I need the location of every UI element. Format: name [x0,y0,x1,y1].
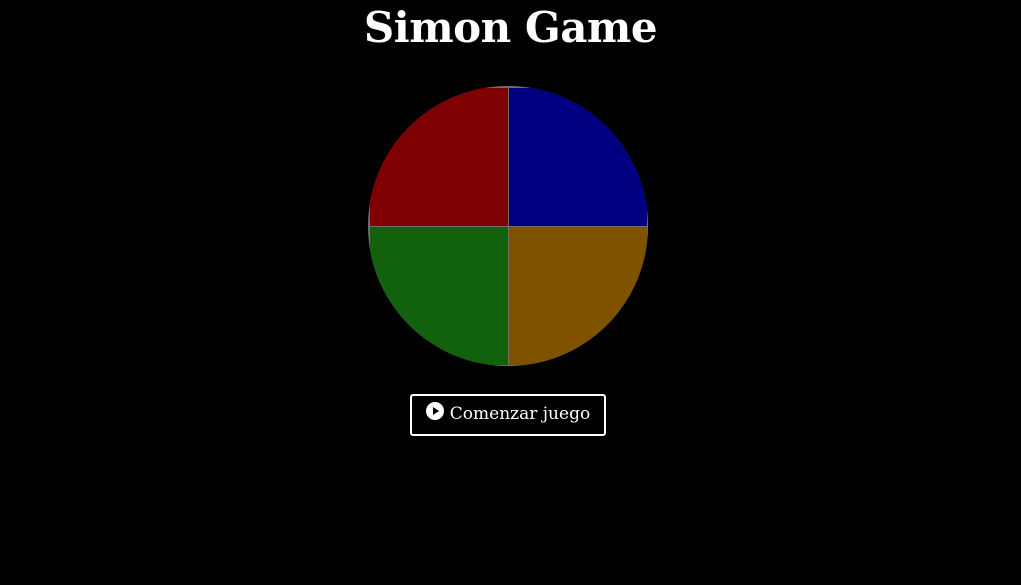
start-game-label: Comenzar juego [449,404,591,424]
play-circle-icon [425,402,444,420]
blue-pad[interactable] [509,88,647,226]
start-game-button[interactable]: Comenzar juego [410,394,606,436]
game-title: Simon Game [363,3,658,52]
yellow-pad[interactable] [509,227,647,365]
red-pad[interactable] [370,88,508,226]
green-pad[interactable] [370,227,508,365]
simon-board [368,86,648,366]
